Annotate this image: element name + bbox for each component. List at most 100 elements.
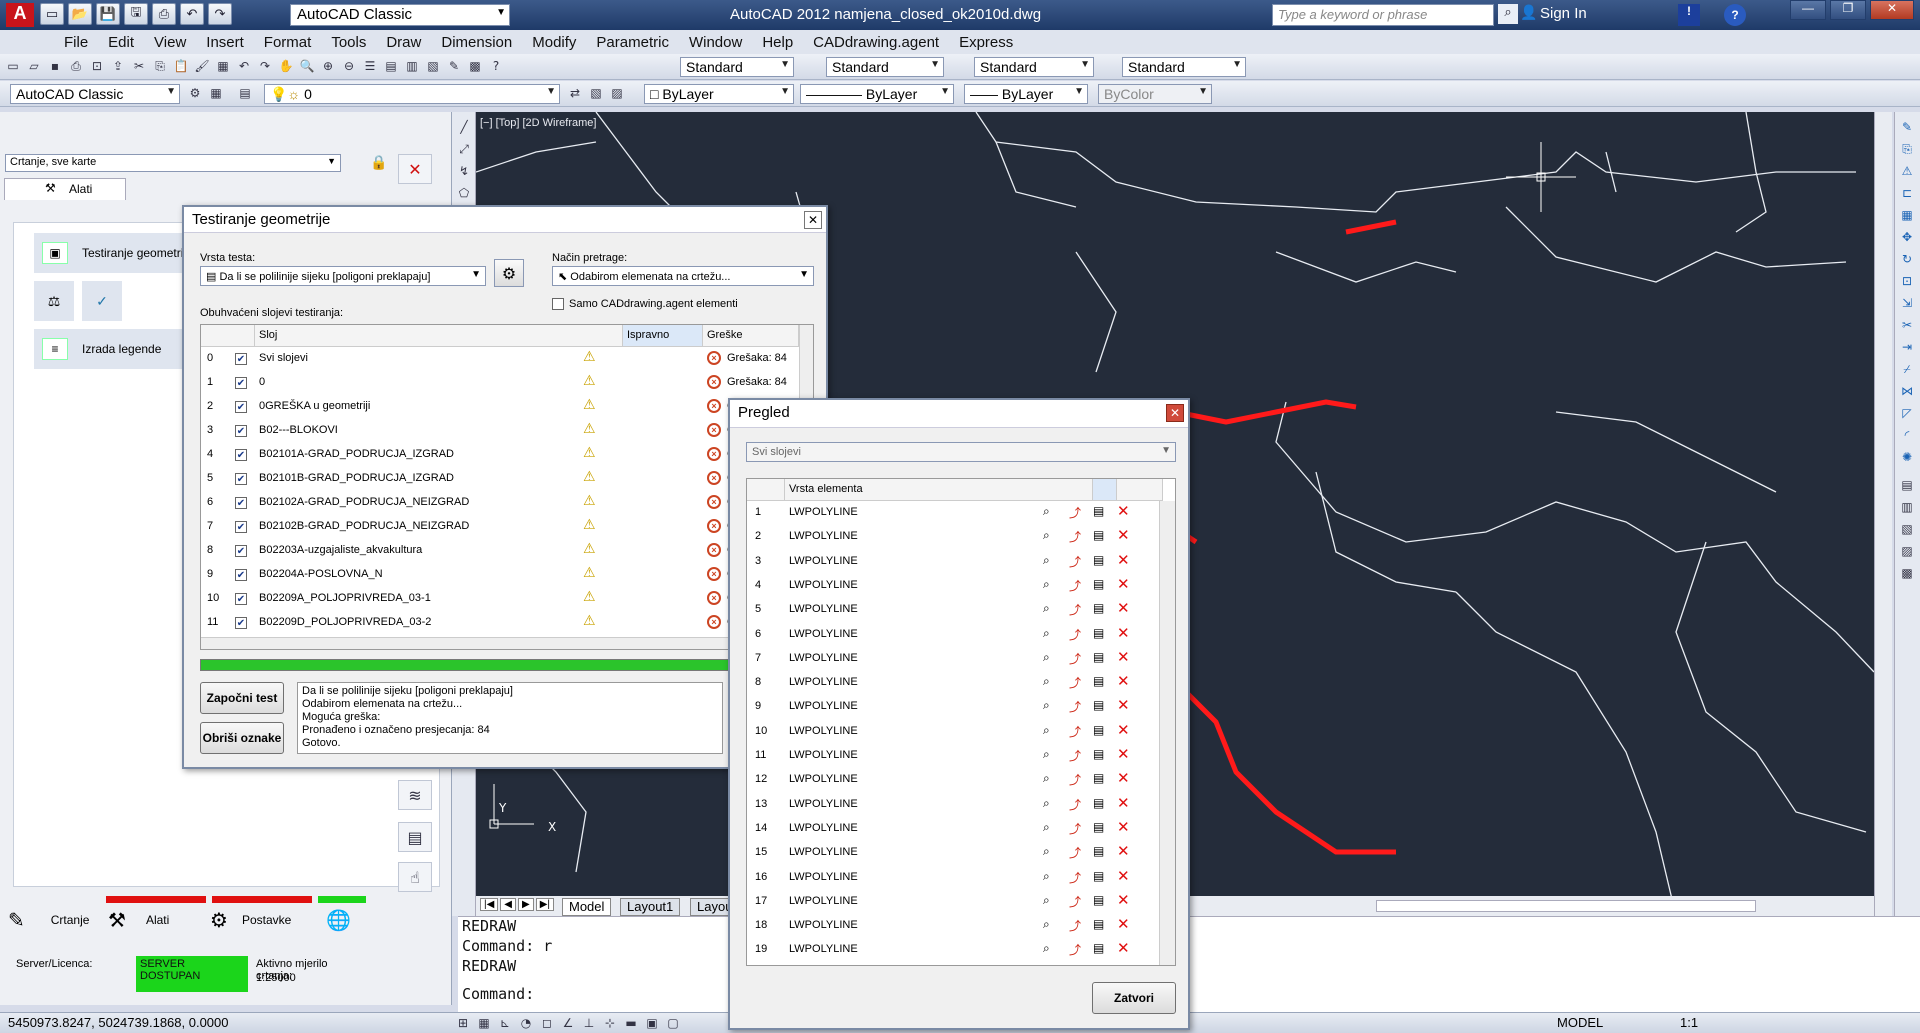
delete-icon[interactable]: ✕	[398, 154, 432, 184]
elements-vscrollbar[interactable]	[1159, 501, 1175, 965]
plotstyle-combo[interactable]: ByColor ▼	[1098, 84, 1212, 104]
list-item[interactable]: 19 LWPOLYLINE ⌕ ⤴ ▤ ✕	[747, 938, 1157, 962]
grid-header-sloj[interactable]: Sloj	[255, 325, 623, 347]
properties-icon[interactable]: ▤	[1093, 601, 1104, 615]
table-row[interactable]: 3✔B02---BLOKOVI⚠×Gr	[201, 419, 813, 443]
samo-cad-checkbox[interactable]	[552, 298, 564, 310]
workspace-combo[interactable]: AutoCAD Classic ▼	[290, 4, 510, 26]
help-icon[interactable]: ?	[1724, 4, 1746, 26]
undo-icon[interactable]: ↶	[235, 57, 253, 75]
samo-cad-checkbox-row[interactable]: Samo CADdrawing.agent elementi	[552, 298, 738, 310]
hand-pointer-icon[interactable]: ☝	[398, 862, 432, 892]
ungroup-icon[interactable]: ▩	[1898, 564, 1916, 582]
properties-icon[interactable]: ▤	[1093, 553, 1104, 567]
last-layout-icon[interactable]: ▶|	[535, 898, 554, 911]
search-mode-combo[interactable]: ⬉ Odabirom elemenata na crtežu... ▼	[552, 266, 814, 286]
table-row[interactable]: 0 ✔ Svi slojevi ⚠ × Grešaka: 84	[201, 347, 813, 371]
make-current-icon[interactable]: ⇄	[566, 84, 584, 102]
delete-icon[interactable]: ✕	[1117, 891, 1130, 909]
table-style-combo[interactable]: Standard ▼	[974, 57, 1094, 77]
dim-style-combo[interactable]: Standard ▼	[826, 57, 944, 77]
toolpalette-icon[interactable]: ▥	[403, 57, 421, 75]
saveas-icon[interactable]: 🖫	[124, 3, 148, 25]
layer-previous-icon[interactable]: ▧	[587, 84, 605, 102]
properties-icon[interactable]: ☰	[361, 57, 379, 75]
zoom-to-icon[interactable]: ⌕	[1043, 674, 1050, 689]
delete-icon[interactable]: ✕	[1117, 672, 1130, 690]
properties-icon[interactable]: ▤	[1093, 577, 1104, 591]
chamfer-icon[interactable]: ◸	[1898, 404, 1916, 422]
tab-postavke[interactable]: ⚙ Postavke	[210, 908, 291, 932]
table-row[interactable]: 9✔B02204A-POSLOVNA_N⚠×Gr	[201, 563, 813, 587]
vertex-icon[interactable]: ⤴	[1069, 796, 1081, 813]
palette-tool-1-icon[interactable]: ⚖	[34, 281, 74, 321]
tab-alati[interactable]: ⚒ Alati	[4, 178, 126, 200]
calculator-icon[interactable]: ▩	[466, 57, 484, 75]
vertex-icon[interactable]: ⤴	[1069, 626, 1081, 643]
copy-object-icon[interactable]: ⎘	[1898, 140, 1916, 158]
zoom-to-icon[interactable]: ⌕	[1043, 796, 1050, 811]
list-item[interactable]: 17 LWPOLYLINE ⌕ ⤴ ▤ ✕	[747, 890, 1157, 914]
properties-icon[interactable]: ▤	[1093, 941, 1104, 955]
vertex-icon[interactable]: ⤴	[1069, 820, 1081, 837]
table-row[interactable]: 11✔B02209D_POLJOPRIVREDA_03-2⚠×Gr	[201, 611, 813, 635]
vertex-icon[interactable]: ⤴	[1069, 504, 1081, 521]
layer-state-icon[interactable]: ▨	[608, 84, 626, 102]
save-icon[interactable]: 💾	[96, 3, 120, 25]
include-checkbox[interactable]: ✔	[235, 497, 247, 509]
properties-side-icon[interactable]: ▤	[1898, 476, 1916, 494]
vertex-icon[interactable]: ⤴	[1069, 723, 1081, 740]
properties-icon[interactable]: ▤	[1093, 723, 1104, 737]
explode-icon[interactable]: ✺	[1898, 448, 1916, 466]
vertex-icon[interactable]: ⤴	[1069, 771, 1081, 788]
delete-icon[interactable]: ✕	[1117, 867, 1130, 885]
search-input[interactable]: Type a keyword or phrase	[1272, 4, 1494, 26]
user-icon[interactable]: 👤	[1520, 4, 1538, 24]
menu-item-express[interactable]: Express	[949, 34, 1023, 51]
qp-icon[interactable]: ▣	[643, 1014, 661, 1032]
include-checkbox[interactable]: ✔	[235, 593, 247, 605]
menu-item-draw[interactable]: Draw	[376, 34, 431, 51]
zoom-to-icon[interactable]: ⌕	[1043, 553, 1050, 568]
table-row[interactable]: 8✔B02203A-uzgajaliste_akvakultura⚠×Gr	[201, 539, 813, 563]
workspace-icon[interactable]: ▦	[207, 84, 225, 102]
grid-header-greske[interactable]: Greške	[703, 325, 799, 347]
list-item[interactable]: 2 LWPOLYLINE ⌕ ⤴ ▤ ✕	[747, 525, 1157, 549]
table-row[interactable]: 2✔0GREŠKA u geometriji⚠×Gr	[201, 395, 813, 419]
designcenter-icon[interactable]: ▤	[382, 57, 400, 75]
otrack-icon[interactable]: ∠	[559, 1014, 577, 1032]
sc-icon[interactable]: ▢	[664, 1014, 682, 1032]
grid-header-ispravno[interactable]: Ispravno	[623, 325, 703, 347]
ortho-icon[interactable]: ⊾	[496, 1014, 514, 1032]
polar-icon[interactable]: ◔	[517, 1014, 535, 1032]
table-row[interactable]: 1 ✔ 0 ⚠ × Grešaka: 84	[201, 371, 813, 395]
palette-item-legenda[interactable]: ≡ Izrada legende	[34, 329, 194, 369]
vertex-icon[interactable]: ⤴	[1069, 577, 1081, 594]
fillet-icon[interactable]: ◜	[1898, 426, 1916, 444]
delete-icon[interactable]: ✕	[1117, 502, 1130, 520]
copy-icon[interactable]: ⎘	[151, 57, 169, 75]
list-item[interactable]: 1 LWPOLYLINE ⌕ ⤴ ▤ ✕	[747, 501, 1157, 525]
group-icon[interactable]: ▨	[1898, 542, 1916, 560]
layer-combo[interactable]: 💡☼ 0 ▼	[264, 84, 560, 104]
list-item[interactable]: 5 LWPOLYLINE ⌕ ⤴ ▤ ✕	[747, 598, 1157, 622]
zoom-to-icon[interactable]: ⌕	[1043, 844, 1050, 859]
delete-icon[interactable]: ✕	[1117, 939, 1130, 957]
properties-icon[interactable]: ▤	[1093, 820, 1104, 834]
settings-icon[interactable]: ⚙	[186, 84, 204, 102]
menu-item-format[interactable]: Format	[254, 34, 322, 51]
redo-icon[interactable]: ↷	[256, 57, 274, 75]
delete-icon[interactable]: ✕	[1117, 599, 1130, 617]
table-row[interactable]: 6✔B02102A-GRAD_PODRUCJA_NEIZGRAD⚠×Gr	[201, 491, 813, 515]
undo-icon[interactable]: ↶	[180, 3, 204, 25]
properties-icon[interactable]: ▤	[1093, 796, 1104, 810]
open-icon[interactable]: 📂	[68, 3, 92, 25]
close-icon[interactable]: ✕	[1870, 0, 1914, 20]
lock-icon[interactable]: 🔒	[370, 154, 387, 171]
delete-icon[interactable]: ✕	[1117, 575, 1130, 593]
list-item[interactable]: 12 LWPOLYLINE ⌕ ⤴ ▤ ✕	[747, 768, 1157, 792]
table-row[interactable]: 7✔B02102B-GRAD_PODRUCJA_NEIZGRAD⚠×Gr	[201, 515, 813, 539]
zoom-to-icon[interactable]: ⌕	[1043, 747, 1050, 762]
lwt-icon[interactable]: ▬	[622, 1014, 640, 1032]
delete-icon[interactable]: ✕	[1117, 769, 1130, 787]
